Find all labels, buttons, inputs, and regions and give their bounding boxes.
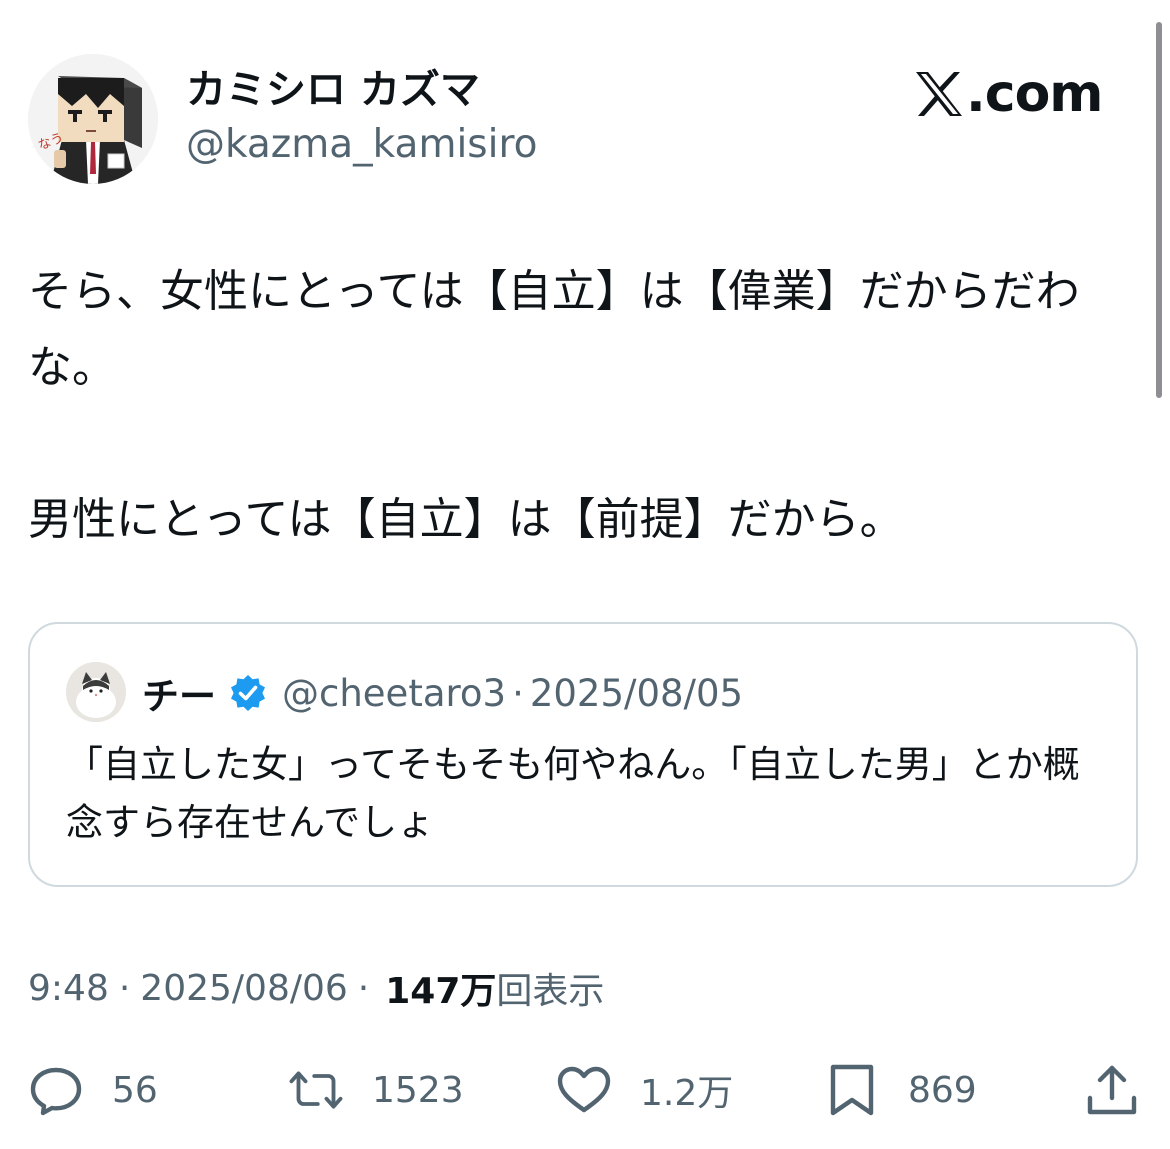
- author-avatar[interactable]: なう: [28, 54, 158, 184]
- meta-separator: ·: [118, 967, 131, 1009]
- tweet-meta-line: 9:48 · 2025/08/06 · 147万 回表示: [28, 960, 604, 1016]
- bookmark-icon: [830, 1064, 874, 1116]
- tweet-text: そら、女性にとっては【自立】は【偉業】だからだわな。 男性にとっては【自立】は【…: [28, 266, 1080, 545]
- views-count[interactable]: 147万: [385, 962, 496, 1014]
- scrollbar[interactable]: [1156, 22, 1162, 398]
- heart-icon: [557, 1066, 611, 1113]
- retweet-icon: [289, 1071, 343, 1109]
- quoted-tweet-card[interactable]: チー @cheetaro3 · 2025/08/05 「自立した女」ってそもそも…: [28, 622, 1138, 887]
- bookmark-button[interactable]: 869: [824, 1058, 977, 1122]
- reply-count: 56: [112, 1069, 158, 1111]
- meta-separator: ·: [357, 967, 370, 1009]
- brand-domain-text: .com: [966, 64, 1103, 124]
- tweet-time[interactable]: 9:48: [28, 968, 109, 1009]
- views-label: 回表示: [496, 971, 605, 1012]
- x-logo-icon: [916, 72, 962, 116]
- share-button[interactable]: [1084, 1058, 1140, 1122]
- reply-button[interactable]: 56: [28, 1058, 158, 1122]
- share-icon: [1087, 1065, 1137, 1115]
- reply-icon: [30, 1067, 82, 1116]
- quoted-tweet-header: チー @cheetaro3 · 2025/08/05: [142, 666, 743, 720]
- x-com-brand: .com: [914, 56, 1103, 132]
- retweet-count: 1523: [372, 1069, 464, 1111]
- quoted-meta-separator: ·: [512, 671, 524, 715]
- author-handle[interactable]: @kazma_kamisiro: [186, 118, 537, 172]
- retweet-button[interactable]: 1523: [288, 1058, 464, 1122]
- quoted-author-name[interactable]: チー: [142, 666, 216, 720]
- quoted-author-handle[interactable]: @cheetaro3: [282, 672, 506, 715]
- like-count: 1.2万: [640, 1073, 734, 1114]
- tweet-date[interactable]: 2025/08/06: [140, 968, 348, 1009]
- verified-badge-icon: [231, 675, 265, 711]
- quoted-tweet-date[interactable]: 2025/08/05: [530, 672, 743, 715]
- like-button[interactable]: 1.2万: [556, 1058, 733, 1122]
- bookmark-count: 869: [908, 1069, 977, 1111]
- quoted-author-avatar[interactable]: [66, 662, 126, 722]
- author-display-name[interactable]: カミシロ カズマ: [186, 62, 480, 118]
- quoted-tweet-text: 「自立した女」ってそもそも何やねん。「自立した男」とか概念すら存在せんでしょ: [66, 743, 1080, 844]
